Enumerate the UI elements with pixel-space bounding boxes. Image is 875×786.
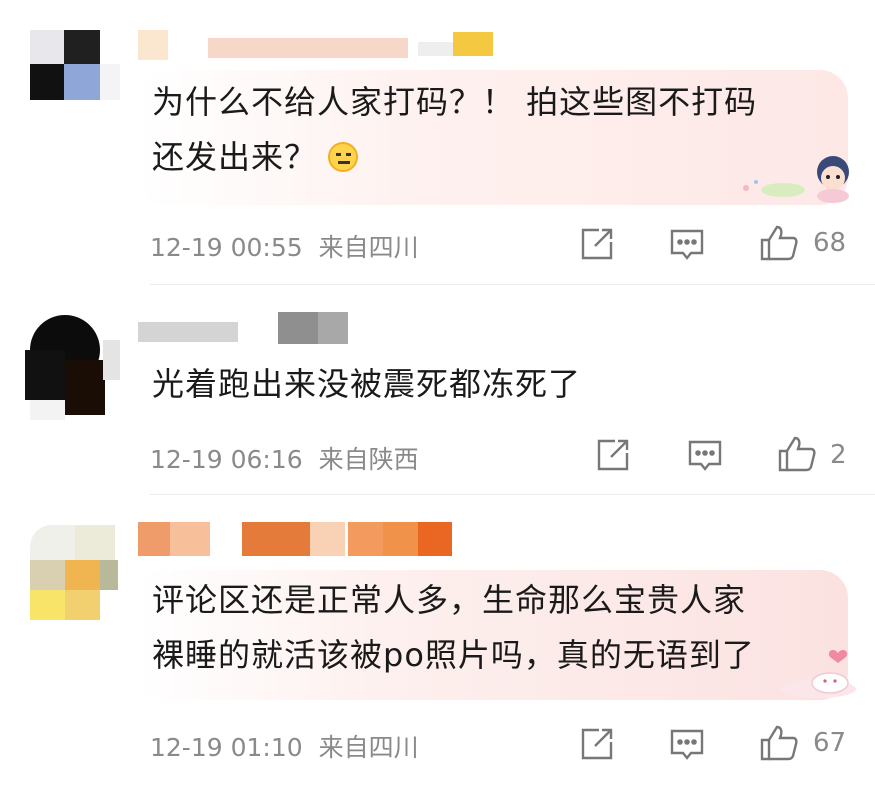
- comment-time: 12-19 06:16: [150, 445, 303, 474]
- comment-meta: 12-19 06:16 来自陕西: [150, 440, 419, 476]
- comment-text-line-1: 评论区还是正常人多，生命那么宝贵人家: [152, 581, 747, 619]
- comment-icon[interactable]: [667, 724, 707, 764]
- comment-text-line-1: 为什么不给人家打码？！ 拍这些图不打码: [152, 83, 758, 121]
- username-blurred[interactable]: [138, 522, 458, 556]
- like-count: 67: [813, 728, 847, 758]
- username-blurred[interactable]: [138, 30, 498, 60]
- comment-3: 评论区还是正常人多，生命那么宝贵人家 裸睡的就活该被po照片吗，真的无语到了 1…: [0, 495, 875, 786]
- bubble-decoration-icon: [738, 150, 858, 205]
- avatar[interactable]: [25, 310, 120, 420]
- like-count: 68: [813, 228, 847, 258]
- username-blurred[interactable]: [138, 312, 348, 344]
- comment-time: 12-19 00:55: [150, 233, 303, 262]
- thumbs-up-icon[interactable]: [758, 722, 798, 762]
- comment-time: 12-19 01:10: [150, 733, 303, 762]
- share-icon[interactable]: [577, 224, 617, 264]
- comment-location: 来自四川: [318, 733, 419, 762]
- avatar[interactable]: [25, 520, 120, 620]
- comment-1: 为什么不给人家打码？！ 拍这些图不打码 还发出来？ 12-19 00:55 来自…: [0, 0, 875, 285]
- comment-meta: 12-19 01:10 来自四川: [150, 728, 419, 764]
- comment-icon[interactable]: [667, 224, 707, 264]
- thumbs-up-icon[interactable]: [776, 433, 816, 473]
- comment-2: 光着跑出来没被震死都冻死了 12-19 06:16 来自陕西 2: [0, 285, 875, 495]
- comment-icon[interactable]: [685, 435, 725, 475]
- comment-text-line-1: 光着跑出来没被震死都冻死了: [152, 365, 582, 403]
- thumbs-up-icon[interactable]: [758, 222, 798, 262]
- avatar[interactable]: [30, 30, 120, 120]
- comment-location: 来自陕西: [318, 445, 419, 474]
- bubble-decoration-icon: [770, 645, 860, 700]
- like-count: 2: [830, 440, 847, 470]
- share-icon[interactable]: [577, 724, 617, 764]
- share-icon[interactable]: [593, 435, 633, 475]
- emoji-face-icon: [328, 142, 359, 172]
- comment-text-line-2: 还发出来？: [152, 130, 359, 185]
- comment-location: 来自四川: [318, 233, 419, 262]
- comment-text-line-2: 裸睡的就活该被po照片吗，真的无语到了: [152, 636, 755, 674]
- comment-meta: 12-19 00:55 来自四川: [150, 228, 419, 264]
